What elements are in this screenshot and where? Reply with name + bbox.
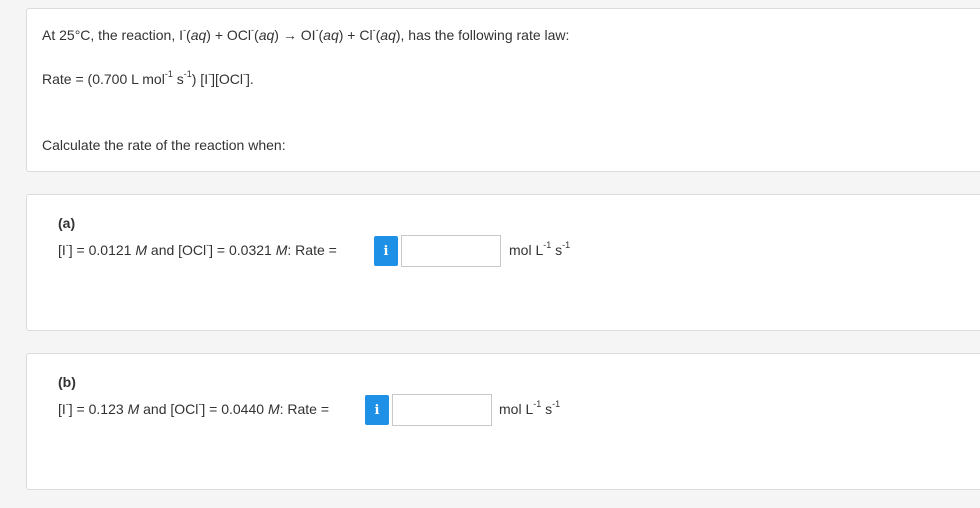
part-a-question: [I-] = 0.0121 M and [OCl-] = 0.0321 M: R…: [58, 240, 337, 258]
info-icon[interactable]: i: [374, 236, 398, 266]
part-a-label: (a): [58, 215, 76, 231]
part-b-unit: mol L-1 s-1: [499, 399, 561, 417]
part-b-label: (b): [58, 374, 76, 390]
info-icon[interactable]: i: [365, 395, 389, 425]
part-a-card: (a) [I-] = 0.0121 M and [OCl-] = 0.0321 …: [26, 194, 980, 331]
instruction-text: Calculate the rate of the reaction when:: [42, 137, 286, 153]
part-a-unit: mol L-1 s-1: [509, 240, 571, 258]
part-b-card: (b) [I-] = 0.123 M and [OCl-] = 0.0440 M…: [26, 353, 980, 490]
part-b-answer-input[interactable]: [392, 394, 492, 426]
reaction-statement: At 25°C, the reaction, I-(aq) + OCl-(aq)…: [42, 25, 570, 43]
rate-law: Rate = (0.700 L mol-1 s-1) [I-][OCl-].: [42, 69, 254, 87]
part-b-question: [I-] = 0.123 M and [OCl-] = 0.0440 M: Ra…: [58, 399, 330, 417]
part-a-answer-input[interactable]: [401, 235, 501, 267]
question-intro-card: At 25°C, the reaction, I-(aq) + OCl-(aq)…: [26, 8, 980, 172]
